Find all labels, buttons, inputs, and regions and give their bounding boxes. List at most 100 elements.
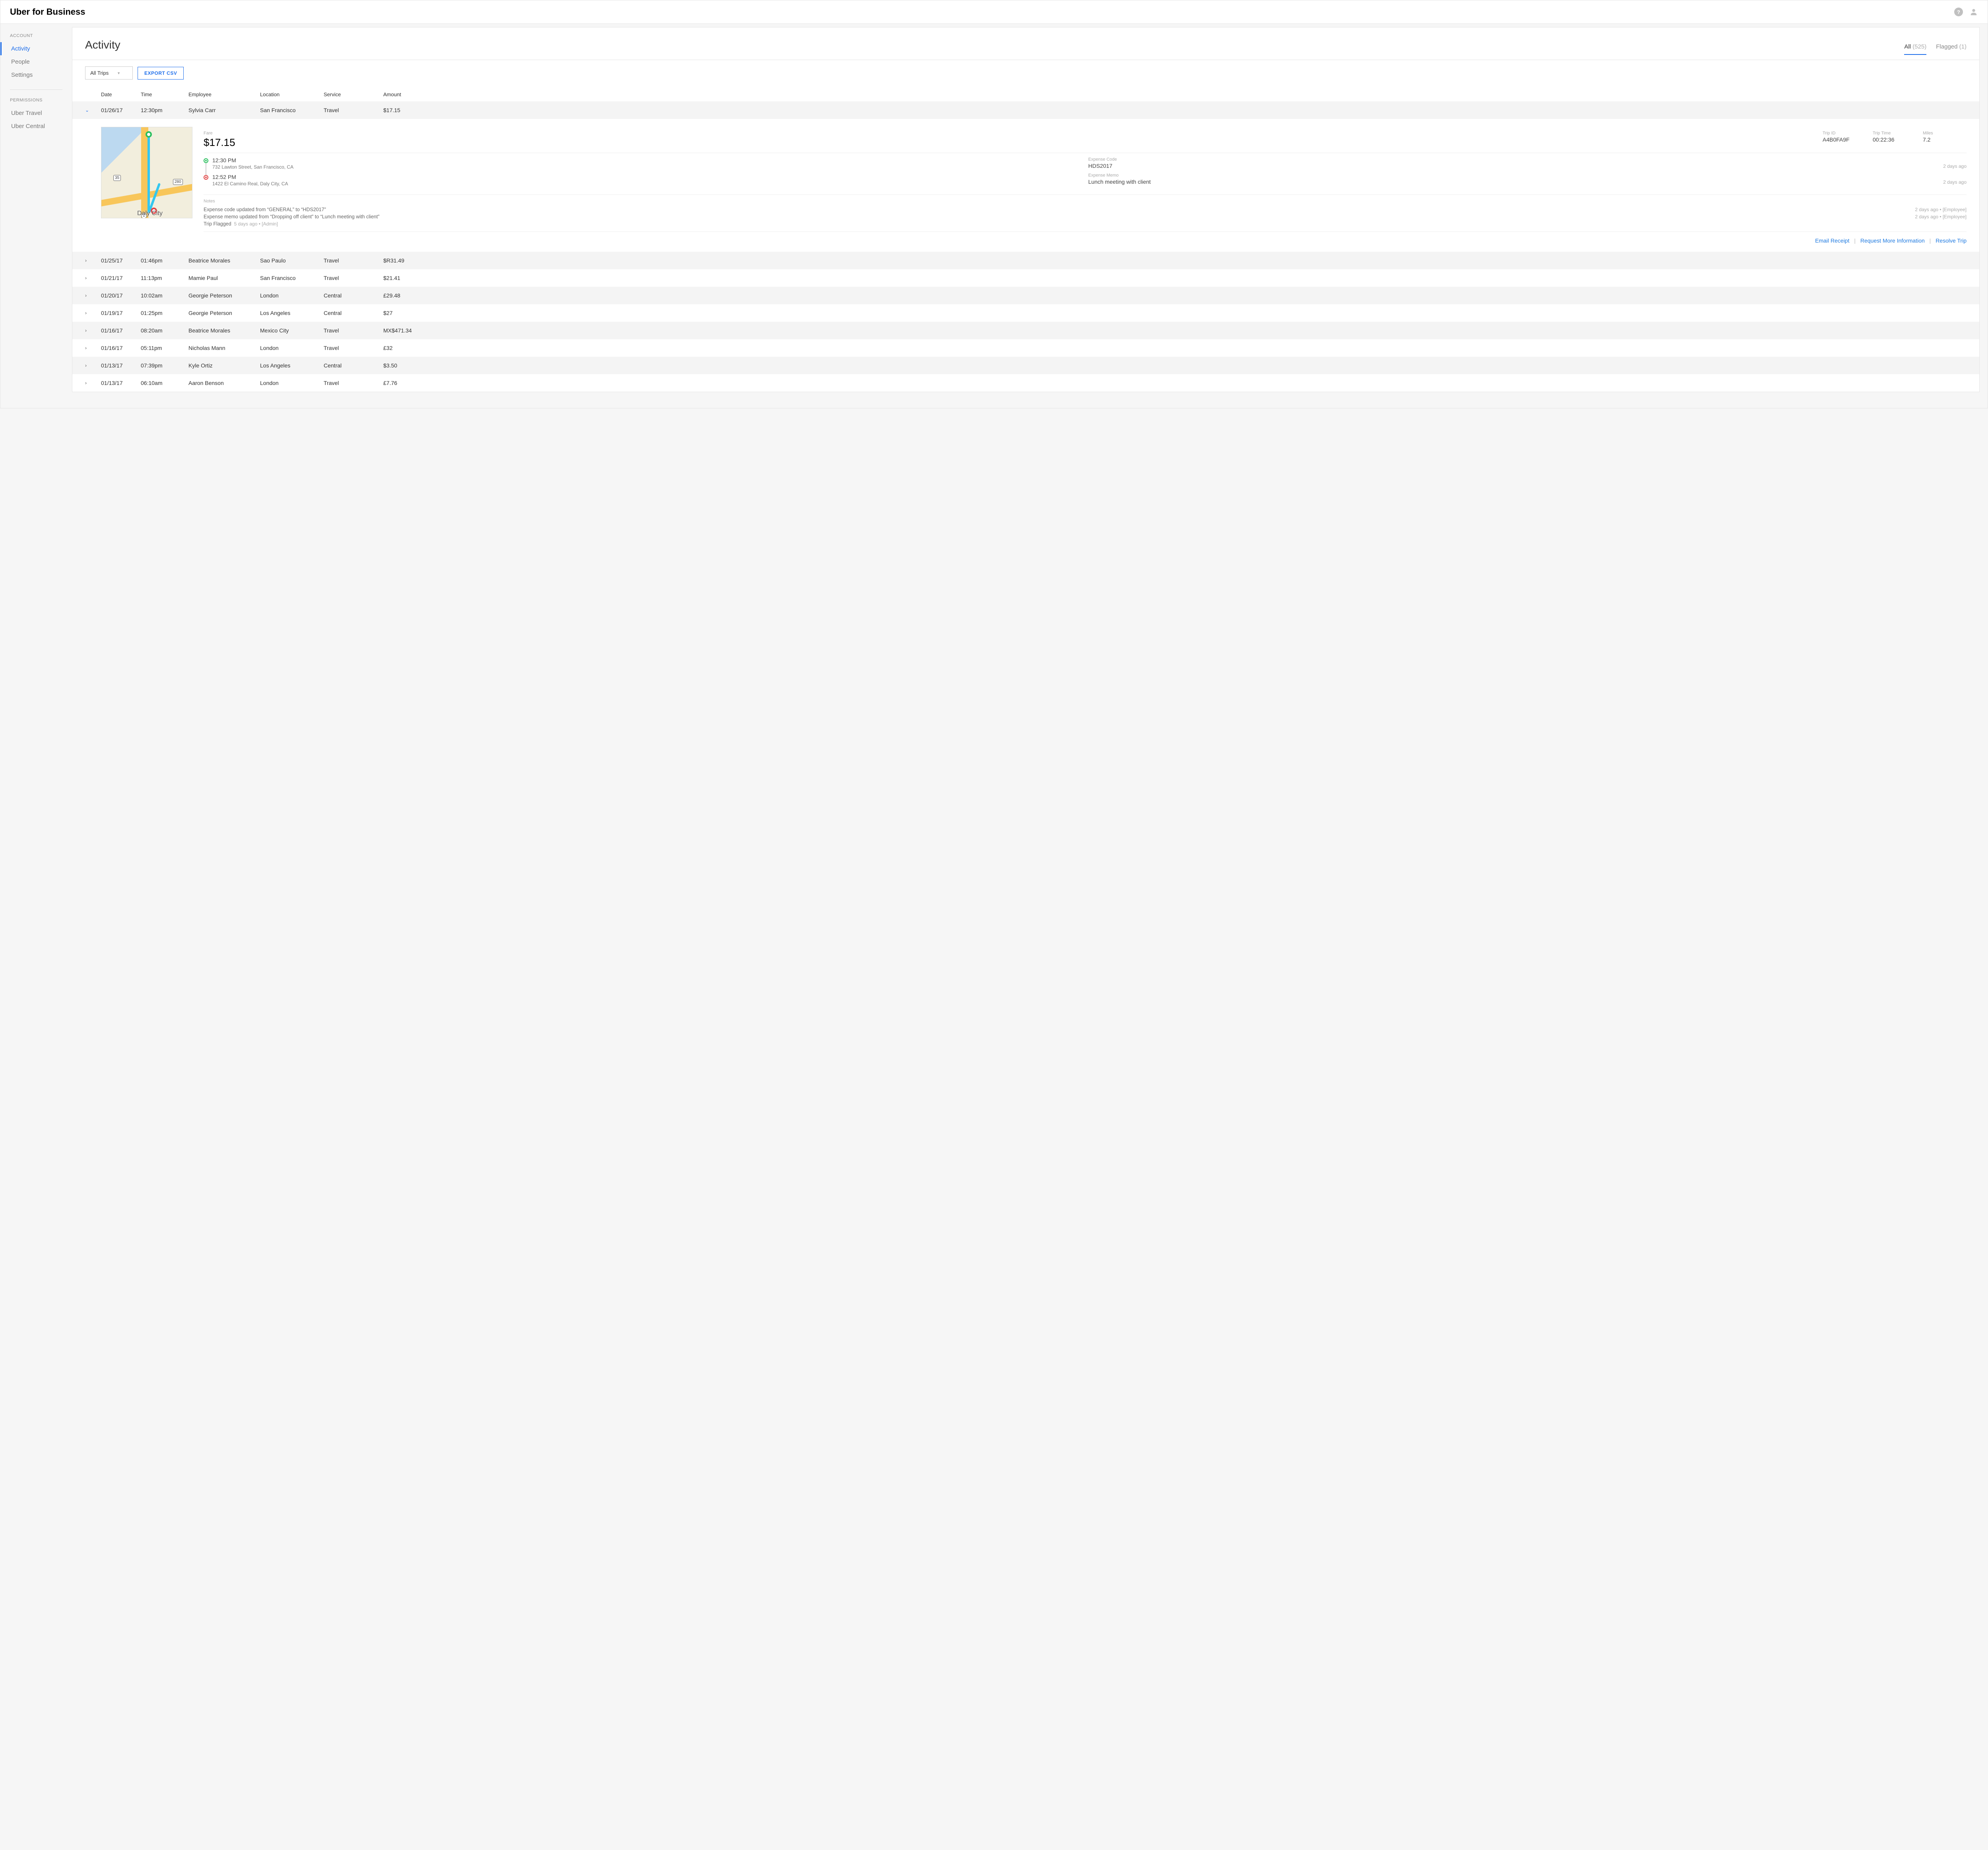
sidebar-item-uber-travel[interactable]: Uber Travel — [0, 107, 72, 120]
expense-memo-value: Lunch meeting with client — [1088, 179, 1151, 185]
dropoff-address: 1422 El Camino Real, Daly City, CA — [212, 181, 288, 187]
expense-code-value: HDS2017 — [1088, 163, 1112, 169]
trip-row[interactable]: ›01/16/1708:20amBeatrice MoralesMexico C… — [72, 322, 1979, 339]
chevron-down-icon[interactable]: ⌄ — [85, 107, 101, 113]
cell-employee: Nicholas Mann — [188, 345, 260, 351]
cell-employee: Georgie Peterson — [188, 310, 260, 316]
cell-service: Travel — [324, 345, 383, 351]
trip-row-expanded[interactable]: ⌄ 01/26/17 12:30pm Sylvia Carr San Franc… — [72, 101, 1979, 119]
email-receipt-link[interactable]: Email Receipt — [1815, 237, 1849, 244]
cell-amount: $17.15 — [383, 107, 431, 113]
brand-logo: Uber for Business — [10, 7, 85, 17]
profile-icon[interactable] — [1969, 8, 1978, 16]
cell-location: London — [260, 292, 324, 299]
trip-row[interactable]: ›01/20/1710:02amGeorgie PetersonLondonCe… — [72, 287, 1979, 304]
col-time: Time — [141, 91, 188, 97]
help-icon[interactable]: ? — [1954, 8, 1963, 16]
cell-time: 01:25pm — [141, 310, 188, 316]
chevron-right-icon[interactable]: › — [85, 310, 101, 316]
map-shield-35: 35 — [113, 175, 121, 181]
cell-amount: $3.50 — [383, 362, 431, 369]
export-csv-button[interactable]: EXPORT CSV — [138, 67, 184, 80]
trip-row[interactable]: ›01/21/1711:13pmMamie PaulSan FranciscoT… — [72, 269, 1979, 287]
cell-date: 01/19/17 — [101, 310, 141, 316]
resolve-trip-link[interactable]: Resolve Trip — [1936, 237, 1967, 244]
trip-time-value: 00:22:36 — [1873, 136, 1916, 143]
tab-all[interactable]: All (525) — [1904, 43, 1926, 55]
trip-row[interactable]: ›01/19/1701:25pmGeorgie PetersonLos Ange… — [72, 304, 1979, 322]
pickup-time: 12:30 PM — [212, 157, 293, 163]
expense-code-label: Expense Code — [1088, 157, 1967, 162]
cell-amount: £29.48 — [383, 292, 431, 299]
cell-location: Los Angeles — [260, 310, 324, 316]
dropoff-time: 12:52 PM — [212, 174, 288, 180]
trip-row[interactable]: ›01/13/1707:39pmKyle OrtizLos AngelesCen… — [72, 357, 1979, 374]
col-date: Date — [101, 91, 141, 97]
cell-date: 01/25/17 — [101, 257, 141, 264]
cell-employee: Sylvia Carr — [188, 107, 260, 113]
trips-filter-select[interactable]: All Trips ▼ — [85, 66, 133, 80]
cell-date: 01/20/17 — [101, 292, 141, 299]
trip-map[interactable]: 35 280 1 Daly City — [101, 127, 192, 218]
cell-date: 01/16/17 — [101, 327, 141, 334]
trip-row[interactable]: ›01/16/1705:11pmNicholas MannLondonTrave… — [72, 339, 1979, 357]
cell-time: 05:11pm — [141, 345, 188, 351]
cell-date: 01/13/17 — [101, 380, 141, 386]
sidebar-item-activity[interactable]: Activity — [0, 42, 72, 55]
topbar: Uber for Business ? — [0, 0, 1988, 24]
sidebar-item-people[interactable]: People — [0, 55, 72, 68]
cell-employee: Aaron Benson — [188, 380, 260, 386]
sidebar-item-settings[interactable]: Settings — [0, 68, 72, 82]
cell-location: San Francisco — [260, 107, 324, 113]
trip-actions: Email Receipt | Request More Information… — [204, 231, 1967, 252]
activity-panel: Activity All (525)Flagged (1) All Trips … — [72, 27, 1980, 392]
expense-memo-ago: 2 days ago — [1943, 179, 1967, 185]
sidebar-section-permissions: PERMISSIONS — [0, 98, 72, 107]
chevron-right-icon[interactable]: › — [85, 345, 101, 351]
trip-detail: 35 280 1 Daly City Fare $17.15 Trip — [72, 119, 1979, 252]
cell-time: 01:46pm — [141, 257, 188, 264]
chevron-right-icon[interactable]: › — [85, 293, 101, 298]
chevron-right-icon[interactable]: › — [85, 258, 101, 263]
cell-amount: £7.76 — [383, 380, 431, 386]
caret-down-icon: ▼ — [117, 71, 120, 75]
map-city-label: Daly City — [137, 210, 163, 217]
cell-location: San Francisco — [260, 275, 324, 281]
col-employee: Employee — [188, 91, 260, 97]
chevron-right-icon[interactable]: › — [85, 363, 101, 368]
tab-flagged[interactable]: Flagged (1) — [1936, 43, 1967, 55]
cell-employee: Kyle Ortiz — [188, 362, 260, 369]
cell-service: Travel — [324, 107, 383, 113]
chevron-right-icon[interactable]: › — [85, 328, 101, 333]
trip-row[interactable]: ›01/13/1706:10amAaron BensonLondonTravel… — [72, 374, 1979, 392]
chevron-right-icon[interactable]: › — [85, 275, 101, 281]
cell-service: Travel — [324, 275, 383, 281]
cell-employee: Beatrice Morales — [188, 327, 260, 334]
cell-amount: $27 — [383, 310, 431, 316]
request-info-link[interactable]: Request More Information — [1860, 237, 1925, 244]
col-amount: Amount — [383, 91, 431, 97]
cell-time: 08:20am — [141, 327, 188, 334]
cell-employee: Beatrice Morales — [188, 257, 260, 264]
col-service: Service — [324, 91, 383, 97]
col-location: Location — [260, 91, 324, 97]
miles-label: Miles — [1923, 131, 1967, 136]
sidebar-item-uber-central[interactable]: Uber Central — [0, 120, 72, 133]
trip-row[interactable]: ›01/25/1701:46pmBeatrice MoralesSao Paul… — [72, 252, 1979, 269]
note-line: Expense code updated from “GENERAL” to “… — [204, 206, 1967, 213]
cell-service: Travel — [324, 380, 383, 386]
note-line: Trip Flagged 5 days ago • [Admin] — [204, 220, 1967, 227]
chevron-right-icon[interactable]: › — [85, 380, 101, 386]
cell-employee: Mamie Paul — [188, 275, 260, 281]
expense-code-ago: 2 days ago — [1943, 163, 1967, 169]
sidebar: ACCOUNT ActivityPeopleSettings PERMISSIO… — [0, 24, 72, 408]
cell-time: 10:02am — [141, 292, 188, 299]
cell-location: Sao Paulo — [260, 257, 324, 264]
cell-amount: $R31.49 — [383, 257, 431, 264]
cell-location: Mexico City — [260, 327, 324, 334]
expense-memo-label: Expense Memo — [1088, 173, 1967, 178]
notes-label: Notes — [204, 195, 1967, 206]
table-header: Date Time Employee Location Service Amou… — [72, 87, 1979, 101]
fare-value: $17.15 — [204, 136, 1816, 149]
cell-amount: $21.41 — [383, 275, 431, 281]
